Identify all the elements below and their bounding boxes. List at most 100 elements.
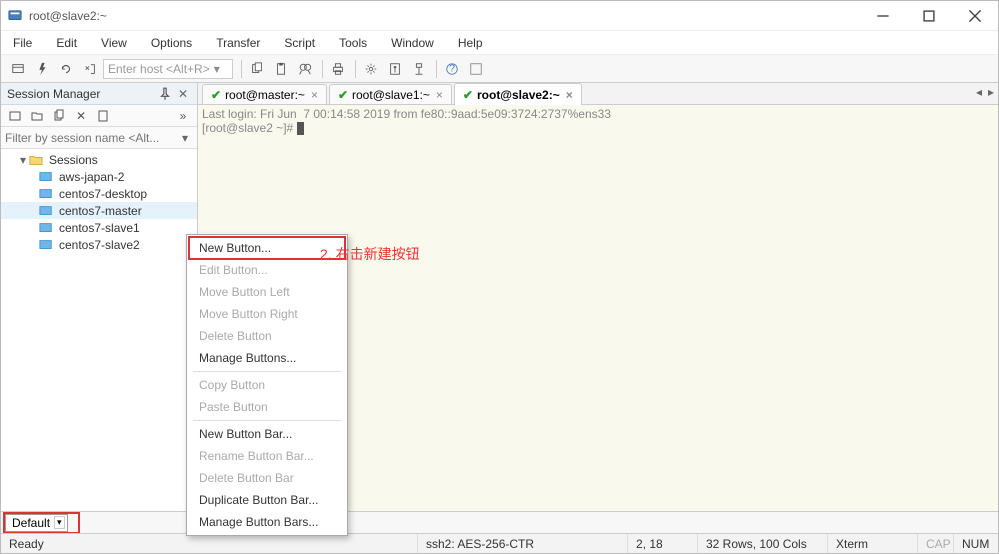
- filter-dropdown-icon[interactable]: ▾: [177, 131, 193, 145]
- tree-item[interactable]: centos7-desktop: [1, 185, 197, 202]
- new-session-icon[interactable]: [5, 106, 25, 126]
- properties-icon[interactable]: [384, 58, 406, 80]
- menu-edit[interactable]: Edit: [52, 34, 81, 52]
- status-size: 32 Rows, 100 Cols: [698, 534, 828, 553]
- copy-icon[interactable]: [246, 58, 268, 80]
- statusbar: Ready ssh2: AES-256-CTR 2, 18 32 Rows, 1…: [1, 533, 998, 553]
- tab-close-icon[interactable]: ×: [566, 88, 573, 102]
- menu-file[interactable]: File: [9, 34, 36, 52]
- filter-input[interactable]: [5, 131, 177, 145]
- ctx-rename-bar: Rename Button Bar...: [189, 445, 345, 467]
- buttonbar-select[interactable]: Default ▾: [5, 514, 68, 532]
- context-menu: New Button... Edit Button... Move Button…: [186, 234, 348, 536]
- menu-view[interactable]: View: [97, 34, 131, 52]
- host-dropdown-icon[interactable]: ▾: [214, 62, 220, 76]
- host-input[interactable]: Enter host <Alt+R>▾: [103, 59, 233, 79]
- annotation-text: 2. 右击新建按钮: [320, 244, 420, 264]
- help-icon[interactable]: ?: [441, 58, 463, 80]
- tab-label: root@slave1:~: [352, 88, 430, 102]
- menu-help[interactable]: Help: [454, 34, 487, 52]
- tab-label: root@slave2:~: [477, 88, 560, 102]
- toolbar-separator: [355, 60, 356, 78]
- ctx-duplicate-bar[interactable]: Duplicate Button Bar...: [189, 489, 345, 511]
- minimize-button[interactable]: [860, 1, 906, 30]
- panel-toolbar: ✕ »: [1, 105, 197, 127]
- session-icon: [39, 170, 55, 184]
- folder-icon: [29, 153, 45, 167]
- menu-window[interactable]: Window: [387, 34, 438, 52]
- ctx-manage-buttons[interactable]: Manage Buttons...: [189, 347, 345, 369]
- menu-options[interactable]: Options: [147, 34, 196, 52]
- ctx-paste-button: Paste Button: [189, 396, 345, 418]
- tree-item[interactable]: centos7-slave2: [1, 236, 197, 253]
- collapse-icon[interactable]: ▾: [17, 153, 29, 167]
- panel-title: Session Manager: [7, 87, 100, 101]
- tabstrip: ✔ root@master:~ × ✔ root@slave1:~ × ✔ ro…: [198, 83, 998, 105]
- find-icon[interactable]: [294, 58, 316, 80]
- connected-icon: ✔: [463, 88, 473, 102]
- dropdown-icon[interactable]: ▾: [54, 516, 65, 529]
- tree-item[interactable]: centos7-master: [1, 202, 197, 219]
- session-tree[interactable]: ▾ Sessions aws-japan-2 centos7-desktop c…: [1, 149, 197, 511]
- keymap-icon[interactable]: [408, 58, 430, 80]
- status-ready: Ready: [1, 534, 418, 553]
- cursor-icon: [297, 122, 304, 135]
- settings-icon[interactable]: [360, 58, 382, 80]
- tab-close-icon[interactable]: ×: [436, 88, 443, 102]
- session-manager-icon[interactable]: [7, 58, 29, 80]
- disconnect-icon[interactable]: [79, 58, 101, 80]
- ctx-separator: [193, 371, 341, 372]
- tab-master[interactable]: ✔ root@master:~ ×: [202, 84, 327, 104]
- app-icon: [7, 8, 23, 24]
- reconnect-icon[interactable]: [55, 58, 77, 80]
- tree-item[interactable]: centos7-slave1: [1, 219, 197, 236]
- maximize-button[interactable]: [906, 1, 952, 30]
- toolbar-separator: [241, 60, 242, 78]
- ctx-copy-button: Copy Button: [189, 374, 345, 396]
- svg-text:?: ?: [449, 62, 455, 74]
- session-manager-panel: Session Manager ✕ ✕ » ▾ ▾: [1, 83, 198, 511]
- copy-session-icon[interactable]: [49, 106, 69, 126]
- session-icon: [39, 238, 55, 252]
- delete-icon[interactable]: ✕: [71, 106, 91, 126]
- ctx-separator: [193, 420, 341, 421]
- tree-label: centos7-master: [59, 204, 142, 218]
- tree-item[interactable]: aws-japan-2: [1, 168, 197, 185]
- new-folder-icon[interactable]: [27, 106, 47, 126]
- menu-script[interactable]: Script: [280, 34, 319, 52]
- ctx-delete-bar: Delete Button Bar: [189, 467, 345, 489]
- connected-icon: ✔: [338, 88, 348, 102]
- tab-close-icon[interactable]: ×: [311, 88, 318, 102]
- tab-prev-icon[interactable]: ◂: [976, 85, 982, 99]
- menu-transfer[interactable]: Transfer: [212, 34, 264, 52]
- filter-row: ▾: [1, 127, 197, 149]
- close-button[interactable]: [952, 1, 998, 30]
- quick-connect-icon[interactable]: [31, 58, 53, 80]
- panel-header: Session Manager ✕: [1, 83, 197, 105]
- tree-root[interactable]: ▾ Sessions: [1, 151, 197, 168]
- ctx-new-bar[interactable]: New Button Bar...: [189, 423, 345, 445]
- print-icon[interactable]: [327, 58, 349, 80]
- paste-icon[interactable]: [270, 58, 292, 80]
- button-bar[interactable]: Default ▾: [1, 511, 998, 533]
- tab-slave1[interactable]: ✔ root@slave1:~ ×: [329, 84, 452, 104]
- status-num: NUM: [954, 534, 998, 553]
- toolbar: Enter host <Alt+R>▾ ?: [1, 55, 998, 83]
- tab-next-icon[interactable]: ▸: [988, 85, 994, 99]
- tab-slave2[interactable]: ✔ root@slave2:~ ×: [454, 83, 582, 105]
- ctx-manage-bars[interactable]: Manage Button Bars...: [189, 511, 345, 533]
- status-protocol: ssh2: AES-256-CTR: [418, 534, 628, 553]
- session-icon: [39, 187, 55, 201]
- panel-close-icon[interactable]: ✕: [175, 86, 191, 102]
- session-icon: [39, 221, 55, 235]
- pin-icon[interactable]: [157, 86, 173, 102]
- tree-label: centos7-slave1: [59, 221, 140, 235]
- properties-icon[interactable]: [93, 106, 113, 126]
- tree-label: centos7-slave2: [59, 238, 140, 252]
- panel-menu-icon[interactable]: »: [173, 106, 193, 126]
- toolbar-overflow-icon[interactable]: [465, 58, 487, 80]
- terminal-line: Last login: Fri Jun 7 00:14:58 2019 from…: [202, 107, 611, 121]
- menu-tools[interactable]: Tools: [335, 34, 371, 52]
- menubar: File Edit View Options Transfer Script T…: [1, 31, 998, 55]
- terminal-prompt: [root@slave2 ~]#: [202, 121, 297, 135]
